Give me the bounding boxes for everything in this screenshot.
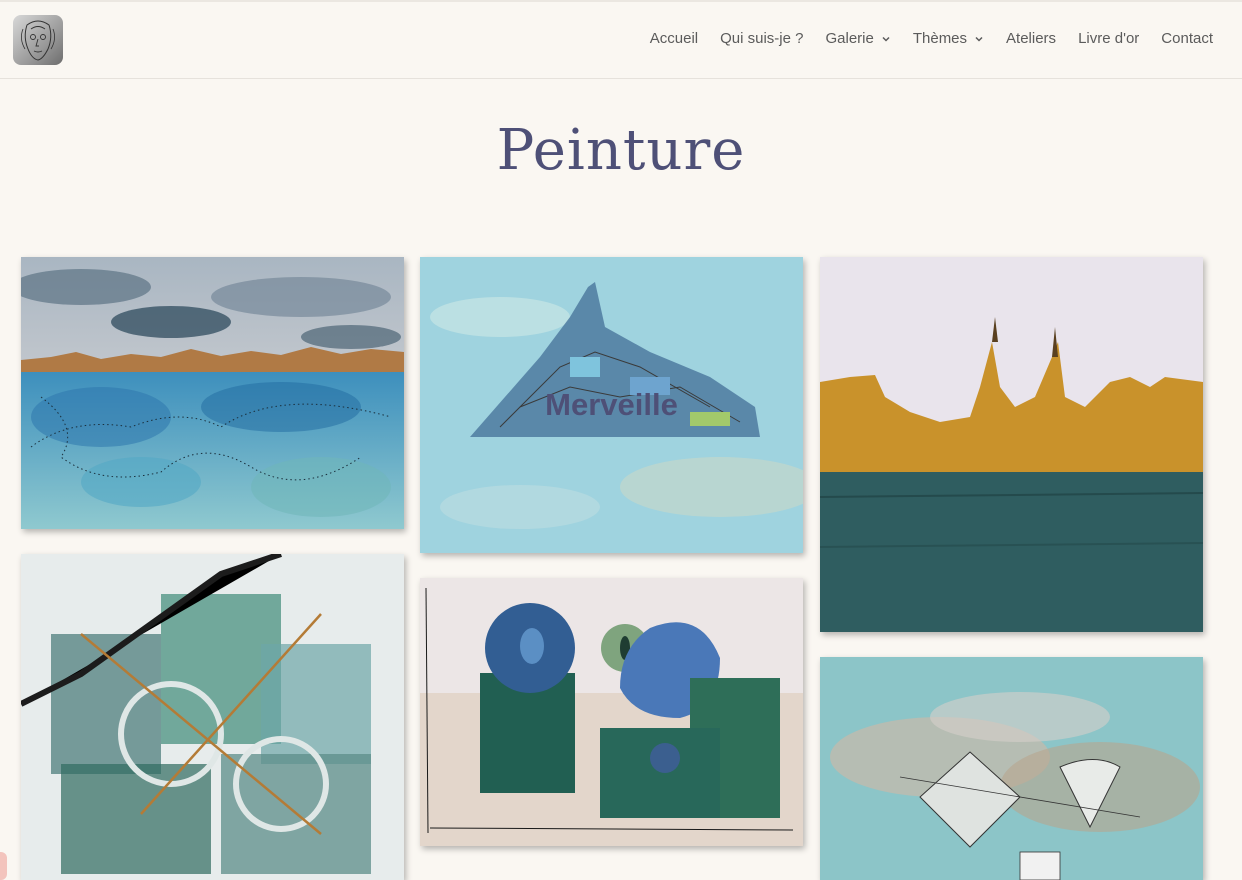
nav-galerie[interactable]: Galerie [825, 30, 890, 47]
painting-image [820, 657, 1203, 880]
nav-label: Ateliers [1006, 30, 1057, 47]
gallery-tile-abstract-green[interactable] [21, 554, 404, 880]
nav-livre-dor[interactable]: Livre d'or [1078, 30, 1139, 47]
painting-image [21, 554, 404, 880]
face-sketch-logo-icon [21, 20, 55, 61]
page-title: Peinture [496, 118, 746, 183]
painting-image [820, 257, 1203, 632]
nav-label: Accueil [649, 30, 699, 47]
chevron-down-icon [975, 36, 983, 42]
painting-image [21, 257, 404, 529]
nav-label: Contact [1161, 30, 1213, 47]
site-header: Accueil Qui suis-je ? Galerie Thèmes Ate… [0, 2, 1242, 79]
gallery-tile-watercolor-coast[interactable] [21, 257, 404, 529]
gallery-tile-golden-skyline[interactable] [820, 257, 1203, 632]
gallery-tile-blue-shapes[interactable] [420, 578, 803, 846]
nav-qui-suis-je[interactable]: Qui suis-je ? [720, 30, 803, 47]
nav-contact[interactable]: Contact [1161, 30, 1213, 47]
site-logo[interactable] [13, 15, 63, 65]
gallery-tile-abstract-turquoise[interactable] [820, 657, 1203, 880]
nav-label: Qui suis-je ? [720, 30, 804, 47]
painting-image [420, 578, 803, 846]
nav-themes[interactable]: Thèmes [913, 30, 984, 47]
chevron-down-icon [882, 36, 890, 42]
nav-label: Livre d'or [1078, 30, 1140, 47]
nav-ateliers[interactable]: Ateliers [1006, 30, 1056, 47]
nav-label: Thèmes [912, 30, 968, 47]
tile-title: Merveille [545, 387, 678, 422]
main-nav: Accueil Qui suis-je ? Galerie Thèmes Ate… [628, 30, 1213, 47]
gallery-tile-mont-saint-michel[interactable]: Merveille [420, 257, 803, 553]
corner-badge[interactable] [0, 852, 7, 880]
nav-accueil[interactable]: Accueil [650, 30, 698, 47]
nav-label: Galerie [825, 30, 874, 47]
